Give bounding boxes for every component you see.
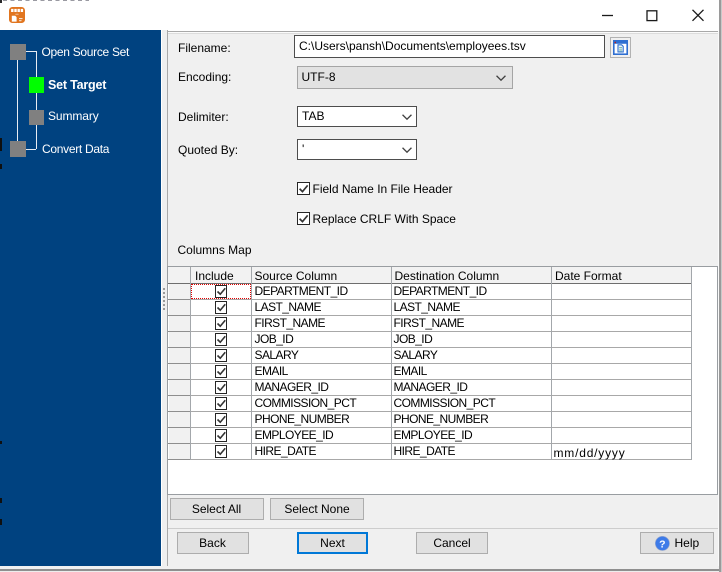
svg-text:?: ? <box>659 538 665 550</box>
